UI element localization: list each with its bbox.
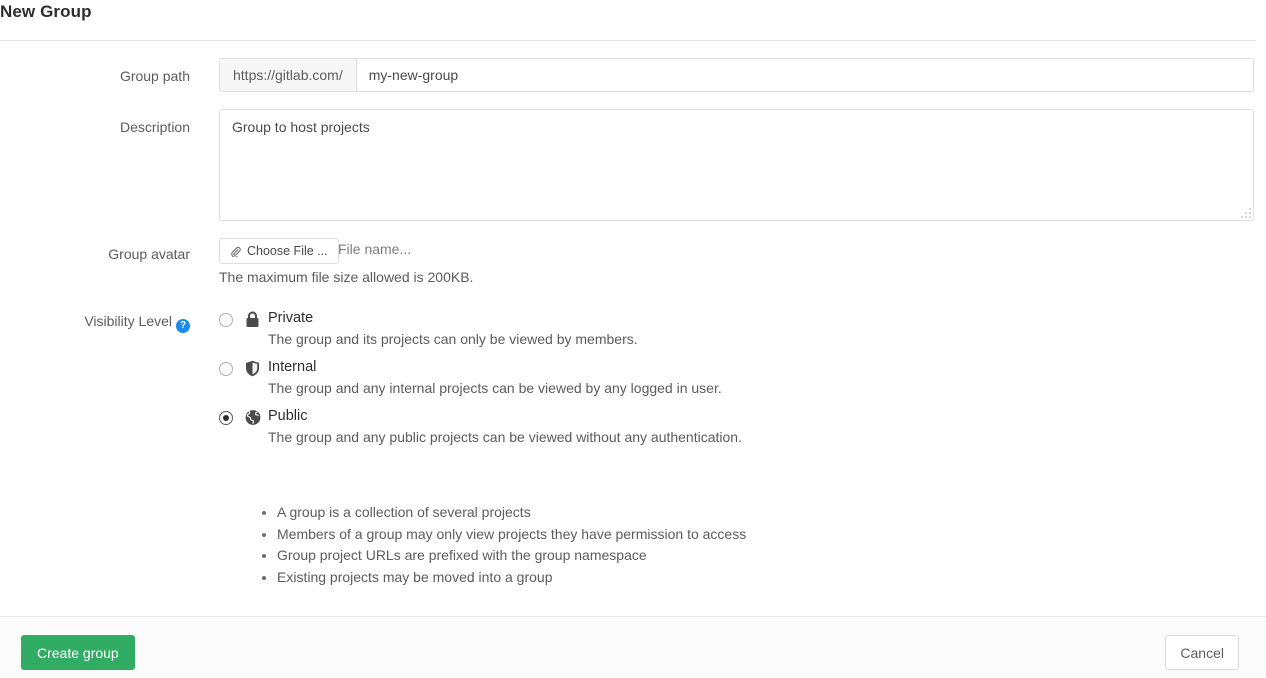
visibility-radio-private[interactable] [219, 313, 233, 327]
group-path-row: Group path https://gitlab.com/ [0, 58, 1266, 92]
group-facts-list: A group is a collection of several proje… [259, 502, 746, 588]
group-path-input[interactable] [357, 59, 1253, 91]
file-name-placeholder: File name... [338, 241, 411, 257]
group-avatar-label: Group avatar [0, 245, 190, 263]
page-header: New Group [0, 0, 1266, 41]
visibility-option-public[interactable]: Public The group and any public projects… [219, 409, 1254, 439]
shield-icon [245, 360, 261, 377]
visibility-description-internal: The group and any internal projects can … [268, 380, 722, 396]
description-textarea[interactable] [219, 109, 1254, 221]
globe-icon [245, 409, 261, 426]
avatar-size-hint: The maximum file size allowed is 200KB. [219, 269, 473, 285]
description-row: Description [0, 109, 1266, 221]
list-item: Group project URLs are prefixed with the… [277, 545, 746, 567]
visibility-name-private: Private [268, 310, 313, 326]
visibility-description-public: The group and any public projects can be… [268, 429, 742, 445]
list-item: Members of a group may only view project… [277, 524, 746, 546]
visibility-radio-internal[interactable] [219, 362, 233, 376]
choose-file-button[interactable]: Choose File ... [219, 238, 339, 264]
header-divider [0, 40, 1256, 41]
lock-icon [245, 311, 261, 328]
new-group-page: New Group Group path https://gitlab.com/… [0, 0, 1266, 678]
visibility-level-row: Visibility Level? Private The group and … [0, 311, 1266, 601]
cancel-button[interactable]: Cancel [1165, 635, 1239, 670]
page-title: New Group [0, 2, 92, 22]
visibility-option-private[interactable]: Private The group and its projects can o… [219, 311, 1254, 341]
description-label: Description [0, 118, 190, 136]
group-path-prefix: https://gitlab.com/ [220, 59, 357, 91]
paperclip-icon [230, 246, 241, 257]
visibility-option-internal[interactable]: Internal The group and any internal proj… [219, 360, 1254, 390]
help-circle-icon[interactable]: ? [176, 319, 190, 333]
group-avatar-row: Group avatar Choose File ... File name..… [0, 238, 1266, 290]
choose-file-button-label: Choose File ... [247, 244, 328, 258]
visibility-name-public: Public [268, 408, 308, 424]
visibility-level-label-text: Visibility Level [84, 313, 172, 329]
visibility-name-internal: Internal [268, 359, 316, 375]
visibility-level-label: Visibility Level? [0, 312, 190, 333]
list-item: Existing projects may be moved into a gr… [277, 567, 746, 589]
list-item: A group is a collection of several proje… [277, 502, 746, 524]
group-path-input-group: https://gitlab.com/ [219, 58, 1254, 92]
group-path-label: Group path [0, 67, 190, 85]
form-footer: Create group Cancel [0, 616, 1266, 678]
create-group-button[interactable]: Create group [21, 635, 135, 670]
visibility-radio-public[interactable] [219, 411, 233, 425]
visibility-description-private: The group and its projects can only be v… [268, 331, 638, 347]
visibility-options: Private The group and its projects can o… [219, 311, 1254, 439]
description-wrapper [219, 109, 1254, 221]
